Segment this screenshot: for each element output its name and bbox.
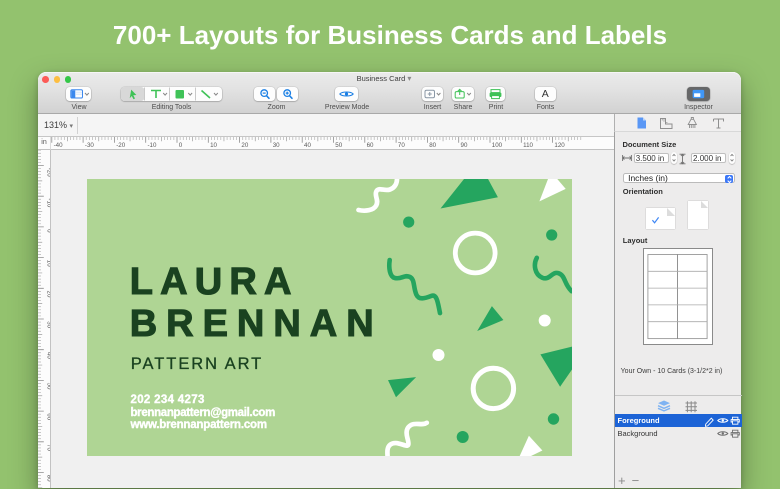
svg-text:10: 10 xyxy=(210,142,217,149)
svg-text:70: 70 xyxy=(398,142,405,149)
svg-text:20: 20 xyxy=(241,142,248,149)
svg-text:50: 50 xyxy=(335,142,342,149)
svg-text:30: 30 xyxy=(273,142,280,149)
svg-text:80: 80 xyxy=(429,142,436,149)
svg-text:100: 100 xyxy=(492,142,503,149)
svg-text:-20: -20 xyxy=(116,142,126,149)
svg-text:60: 60 xyxy=(367,142,374,149)
svg-text:120: 120 xyxy=(554,142,565,149)
svg-text:90: 90 xyxy=(461,142,468,149)
svg-text:-30: -30 xyxy=(85,142,95,149)
svg-text:110: 110 xyxy=(523,142,533,149)
svg-text:-40: -40 xyxy=(54,142,64,149)
svg-text:40: 40 xyxy=(304,142,311,149)
svg-text:-10: -10 xyxy=(148,142,158,149)
svg-text:0: 0 xyxy=(179,142,183,149)
